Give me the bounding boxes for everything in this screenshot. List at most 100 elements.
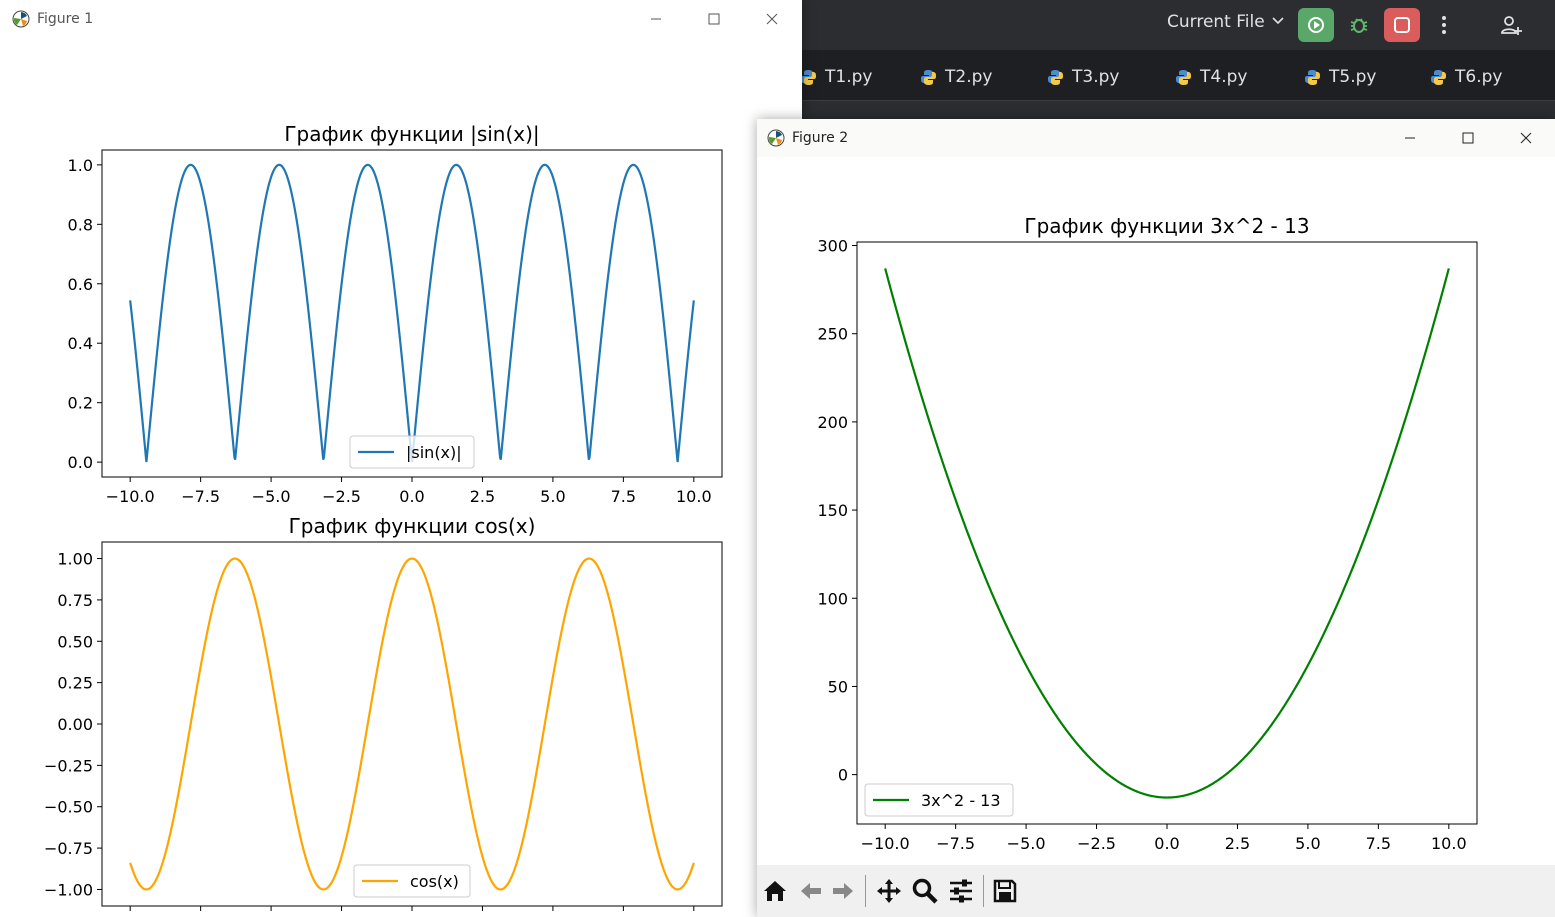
maximize-icon: [708, 13, 720, 25]
editor-tab-label: T5.py: [1329, 67, 1377, 87]
figure2-canvas: График функции 3x^2 - 13 −10.0 −7.5 −5.0 −2.…: [817, 214, 1478, 853]
legend-label: cos(x): [410, 872, 459, 891]
chart-title: График функции |sin(x)|: [284, 122, 539, 146]
close-icon: [1520, 132, 1532, 144]
python-file-icon: [801, 69, 816, 85]
stop-icon: [1394, 17, 1410, 33]
figure2-title: Figure 2: [792, 130, 849, 146]
chart-title: График функции 3x^2 - 13: [1024, 214, 1309, 238]
y-tick-label: 0: [838, 766, 848, 785]
close-button[interactable]: [743, 0, 801, 38]
x-tick-label: −10.0: [861, 834, 910, 853]
toolbar-separator: [865, 875, 866, 907]
editor-tab-t5-py[interactable]: T5.py: [1304, 66, 1376, 88]
figure2-window: Figure 2 График функции 3x^2 - 13 −10.0 −7…: [757, 119, 1555, 917]
y-tick-label: −0.50: [44, 798, 93, 817]
y-tick-label: −0.25: [44, 756, 93, 775]
configure-icon: [950, 879, 972, 903]
figure1-window: Figure 1 График функции |sin(x)| −10.0 −7.…: [0, 0, 802, 917]
figure1-titlebar: Figure 1: [0, 0, 802, 38]
axes-frame: [101, 149, 723, 478]
minimize-button[interactable]: [627, 0, 685, 38]
python-file-icon: [1176, 69, 1191, 85]
run-configuration-label: Current File: [1167, 12, 1265, 32]
x-tick-label: −7.5: [936, 834, 975, 853]
debug-button[interactable]: [1341, 8, 1377, 42]
more-vertical-icon: [1442, 16, 1446, 34]
run-button[interactable]: [1298, 8, 1334, 42]
bug-icon: [1350, 18, 1368, 33]
series-line: [129, 163, 695, 463]
forward-icon: [833, 883, 853, 899]
y-tick-label: 1.00: [57, 550, 93, 569]
add-user-icon: [1501, 16, 1522, 35]
x-tick-label: −2.5: [1077, 834, 1116, 853]
x-tick-label: 2.5: [1225, 834, 1250, 853]
y-tick-label: 0.8: [68, 215, 93, 234]
matplotlib-navigation-toolbar: [757, 865, 1555, 917]
x-tick-label: 10.0: [676, 487, 712, 506]
stop-button[interactable]: [1384, 8, 1420, 42]
y-tick-label: 100: [817, 589, 848, 608]
toolbar-separator: [983, 875, 984, 907]
zoom-button[interactable]: [909, 875, 941, 907]
close-icon: [766, 13, 778, 25]
y-tick-label: 0.0: [68, 453, 93, 472]
editor-tab-label: T2.py: [945, 67, 993, 87]
editor-tab-t2-py[interactable]: T2.py: [920, 66, 992, 88]
editor-tab-label: T3.py: [1072, 67, 1120, 87]
axes-frame: [101, 541, 723, 907]
close-button[interactable]: [1497, 119, 1555, 157]
chart: График функции 3x^2 - 13 −10.0 −7.5 −5.0 −2.…: [817, 214, 1478, 853]
chevron-down-icon: [1271, 12, 1285, 32]
y-tick-label: 0.25: [57, 674, 93, 693]
run-configuration-selector[interactable]: Current File: [1167, 12, 1285, 32]
back-icon: [801, 883, 821, 899]
x-tick-label: −5.0: [252, 487, 291, 506]
python-file-icon: [1048, 69, 1063, 85]
maximize-button[interactable]: [1439, 119, 1497, 157]
maximize-icon: [1462, 132, 1474, 144]
matplotlib-logo-icon: [766, 128, 786, 148]
forward-button[interactable]: [827, 875, 859, 907]
editor-tab-t6-py[interactable]: T6.py: [1430, 66, 1502, 88]
figure1-title: Figure 1: [37, 11, 94, 27]
figure1-canvas: График функции |sin(x)| −10.0 −7.5 −5.0 −2.5…: [44, 122, 723, 917]
matplotlib-logo-icon: [11, 9, 31, 29]
pan-button[interactable]: [873, 875, 905, 907]
x-tick-label: −2.5: [322, 487, 361, 506]
chart-title: График функции cos(x): [289, 514, 536, 538]
save-button[interactable]: [989, 875, 1021, 907]
y-tick-label: 1.0: [68, 156, 93, 175]
home-button[interactable]: [759, 875, 791, 907]
chart: График функции cos(x)−10.0−7.5−5.0−2.50.…: [44, 514, 723, 917]
y-tick-label: 300: [817, 237, 848, 256]
axes-frame: [856, 241, 1478, 825]
y-tick-label: 0.4: [68, 334, 93, 353]
editor-tab-t1-py[interactable]: T1.py: [800, 66, 872, 88]
x-tick-label: 10.0: [1431, 834, 1467, 853]
run-icon: [1308, 17, 1324, 33]
minimize-icon: [1405, 137, 1415, 139]
configure-subplots-button[interactable]: [945, 875, 977, 907]
y-tick-label: 150: [817, 501, 848, 520]
zoom-icon: [912, 878, 938, 904]
y-tick-label: 0.50: [57, 632, 93, 651]
figure2-titlebar: Figure 2: [757, 119, 1555, 157]
editor-tab-label: T6.py: [1455, 67, 1503, 87]
y-tick-label: −0.75: [44, 839, 93, 858]
x-tick-label: 5.0: [1295, 834, 1320, 853]
back-button[interactable]: [795, 875, 827, 907]
y-tick-label: 200: [817, 413, 848, 432]
minimize-icon: [651, 18, 661, 20]
editor-tab-t3-py[interactable]: T3.py: [1047, 66, 1119, 88]
x-tick-label: 5.0: [540, 487, 565, 506]
add-user-button[interactable]: [1493, 8, 1529, 42]
maximize-button[interactable]: [685, 0, 743, 38]
y-tick-label: 250: [817, 325, 848, 344]
y-tick-label: 0.6: [68, 275, 93, 294]
editor-tab-t4-py[interactable]: T4.py: [1175, 66, 1247, 88]
minimize-button[interactable]: [1381, 119, 1439, 157]
more-options-button[interactable]: [1426, 8, 1462, 42]
series-line: [884, 268, 1450, 799]
